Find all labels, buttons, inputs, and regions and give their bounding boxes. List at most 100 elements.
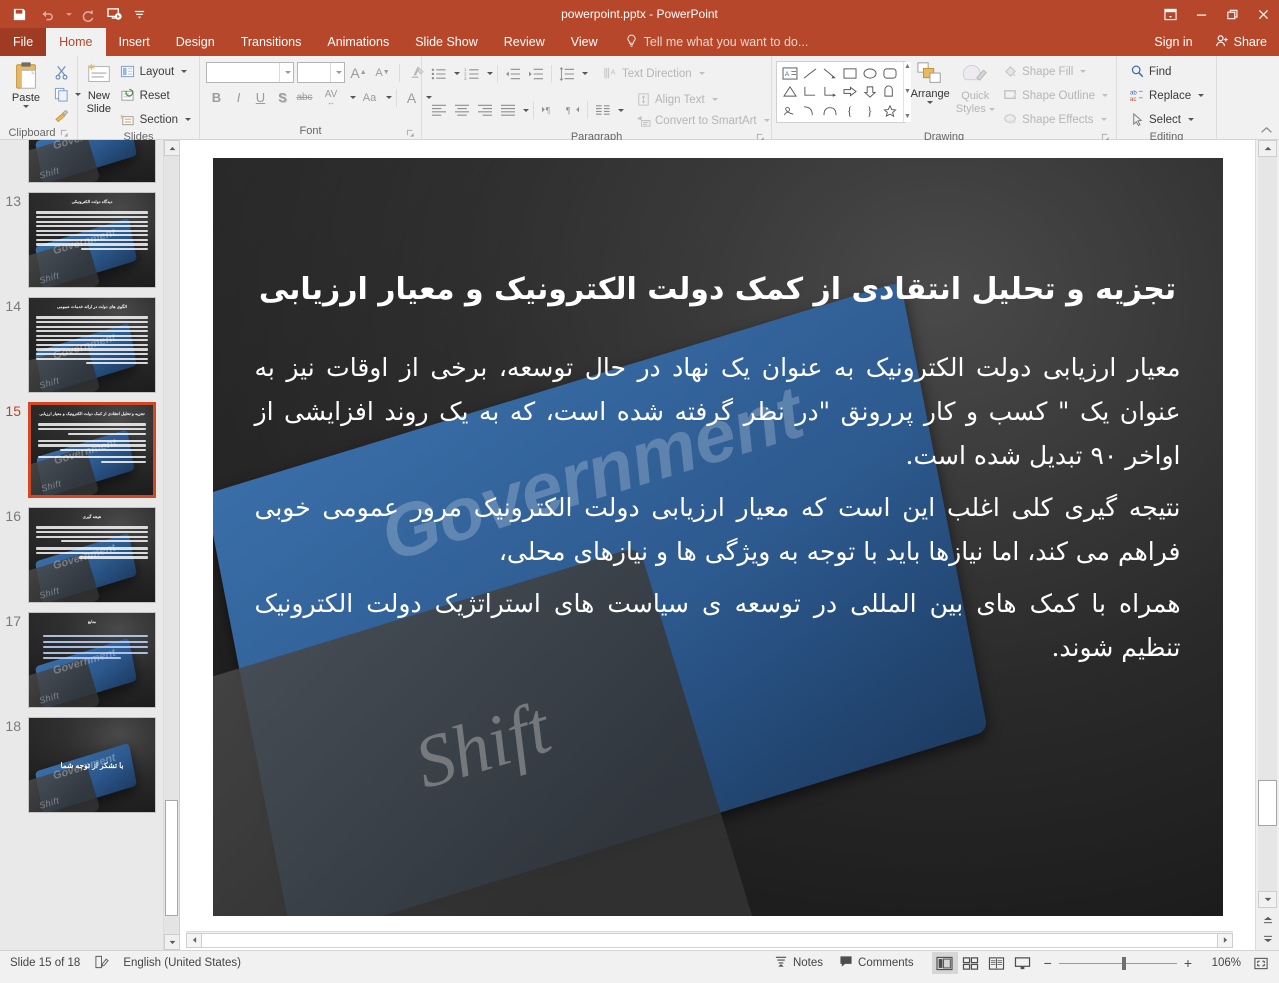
- line-spacing-dropdown-icon[interactable]: [582, 72, 588, 75]
- scroll-right-icon[interactable]: [1217, 932, 1233, 948]
- numbering-dropdown-icon[interactable]: [487, 72, 493, 75]
- shape-textbox-icon[interactable]: A: [780, 65, 800, 82]
- thumbnail-preview[interactable]: GovernmentShift نتیجه گیری: [28, 507, 156, 603]
- arrange-button[interactable]: Arrange: [906, 59, 954, 104]
- italic-icon[interactable]: I: [228, 87, 249, 108]
- tab-transitions[interactable]: Transitions: [228, 28, 315, 56]
- character-spacing-icon[interactable]: AV ↔: [316, 87, 346, 108]
- reading-view-button[interactable]: [984, 952, 1010, 974]
- slide-counter[interactable]: Slide 15 of 18: [10, 957, 80, 969]
- underline-icon[interactable]: U: [250, 87, 271, 108]
- shape-effects-button[interactable]: Shape Effects: [998, 108, 1112, 131]
- shape-triangle-icon[interactable]: [780, 83, 800, 100]
- close-icon[interactable]: [1248, 0, 1279, 28]
- tab-review[interactable]: Review: [491, 28, 558, 56]
- save-icon[interactable]: [6, 2, 32, 26]
- font-name-input[interactable]: [206, 62, 294, 83]
- tab-home[interactable]: Home: [46, 28, 106, 56]
- copy-icon[interactable]: [50, 84, 72, 105]
- replace-dropdown-icon[interactable]: [1198, 94, 1205, 97]
- section-button[interactable]: Section: [116, 108, 195, 131]
- font-color-icon[interactable]: A: [401, 87, 422, 108]
- language-indicator[interactable]: English (United States): [123, 957, 241, 969]
- decrease-font-size-icon[interactable]: A ▼: [372, 62, 393, 83]
- justify-icon[interactable]: [497, 100, 519, 121]
- align-left-icon[interactable]: [428, 100, 450, 121]
- thumbnail-preview[interactable]: Government Shift با تشکر از توجه شما: [28, 717, 156, 813]
- slide-thumbnail-17[interactable]: 17 Government Shift منابع: [0, 603, 163, 708]
- tab-slide-show[interactable]: Slide Show: [402, 28, 491, 56]
- tab-animations[interactable]: Animations: [314, 28, 402, 56]
- thumbnail-scroll-down-icon[interactable]: [164, 934, 179, 950]
- zoom-in-button[interactable]: +: [1184, 955, 1192, 971]
- shape-rectangle-icon[interactable]: [840, 65, 860, 82]
- align-dropdown-icon[interactable]: [523, 108, 529, 112]
- fit-to-window-button[interactable]: [1249, 952, 1273, 974]
- character-spacing-dropdown-icon[interactable]: [350, 96, 356, 99]
- columns-icon[interactable]: [592, 100, 614, 121]
- horizontal-scroll-track[interactable]: [202, 932, 1217, 948]
- comments-button[interactable]: Comments: [831, 951, 922, 975]
- bullets-icon[interactable]: [428, 63, 450, 84]
- slide-body[interactable]: معیار ارزیابی دولت الکترونیک به عنوان یک…: [255, 346, 1181, 670]
- shape-effects-dropdown-icon[interactable]: [1100, 118, 1107, 121]
- customize-quick-access-toolbar-icon[interactable]: [130, 2, 148, 26]
- zoom-out-button[interactable]: −: [1044, 955, 1052, 971]
- previous-slide-icon[interactable]: [1258, 911, 1277, 928]
- convert-to-smartart-button[interactable]: Convert to SmartArt: [631, 110, 774, 131]
- align-text-dropdown-icon[interactable]: [711, 98, 718, 101]
- shape-curve-icon[interactable]: [800, 102, 820, 119]
- tab-file[interactable]: File: [0, 28, 47, 56]
- shape-oval-icon[interactable]: [860, 65, 880, 82]
- clipboard-dialog-launcher-icon[interactable]: [60, 129, 69, 138]
- change-case-dropdown-icon[interactable]: [386, 96, 392, 99]
- text-shadow-icon[interactable]: S: [272, 87, 293, 108]
- decrease-indent-icon[interactable]: [502, 63, 524, 84]
- quick-styles-button[interactable]: Quick Styles: [954, 59, 996, 115]
- normal-view-button[interactable]: [931, 952, 958, 974]
- find-button[interactable]: Find: [1125, 60, 1208, 83]
- slide-horizontal-scrollbar[interactable]: [186, 931, 1233, 948]
- thumbnail-scroll-track[interactable]: [164, 156, 179, 934]
- shape-fill-dropdown-icon[interactable]: [1080, 70, 1087, 73]
- text-direction-dropdown-icon[interactable]: [698, 72, 705, 75]
- layout-dropdown-icon[interactable]: [181, 70, 188, 73]
- slide-thumbnail-12[interactable]: 12 GovernmentShift: [0, 140, 163, 183]
- ltr-text-direction-icon[interactable]: ¶: [538, 100, 560, 121]
- spelling-check-icon[interactable]: [94, 955, 110, 972]
- thumbnail-scroll-up-icon[interactable]: [164, 140, 179, 156]
- increase-font-size-icon[interactable]: A ▲: [348, 62, 369, 83]
- align-text-button[interactable]: Align Text: [631, 89, 774, 110]
- zoom-slider[interactable]: [1058, 955, 1177, 971]
- slide-thumbnail-13[interactable]: 13 Government Shift دیدگاه دولت الکترونیک…: [0, 183, 163, 288]
- font-name-dropdown-icon[interactable]: [279, 63, 293, 82]
- paste-dropdown-icon[interactable]: [23, 105, 29, 108]
- text-direction-button[interactable]: A Text Direction: [598, 62, 709, 85]
- shape-elbow-connector-icon[interactable]: [800, 83, 820, 100]
- shape-fill-button[interactable]: Shape Fill: [998, 60, 1112, 83]
- shape-pie-icon[interactable]: [880, 83, 900, 100]
- shape-arrow-icon[interactable]: [820, 65, 840, 82]
- shape-line-icon[interactable]: [800, 65, 820, 82]
- shape-arc-icon[interactable]: [820, 102, 840, 119]
- thumbnail-preview[interactable]: Government Shift دیدگاه دولت الکترونیکی: [28, 192, 156, 288]
- slide-vertical-scrollbar[interactable]: [1255, 140, 1279, 950]
- undo-icon[interactable]: [34, 2, 60, 26]
- current-slide[interactable]: Government Shift تجزیه و تحلیل انتقادی ا…: [212, 158, 1223, 916]
- bold-icon[interactable]: B: [206, 87, 227, 108]
- slide-show-view-button[interactable]: [1010, 952, 1036, 974]
- scroll-down-icon[interactable]: [1258, 891, 1277, 908]
- zoom-slider-handle[interactable]: [1121, 956, 1126, 970]
- zoom-percentage[interactable]: 106%: [1199, 957, 1241, 969]
- shape-star-icon[interactable]: [880, 102, 900, 119]
- columns-dropdown-icon[interactable]: [618, 108, 624, 112]
- share-button[interactable]: Share: [1205, 28, 1279, 56]
- notes-button[interactable]: Notes: [766, 951, 831, 975]
- font-size-dropdown-icon[interactable]: [330, 63, 344, 82]
- smartart-dropdown-icon[interactable]: [763, 119, 770, 122]
- replace-button[interactable]: ab ac Replace: [1125, 84, 1208, 107]
- tell-me-search[interactable]: Tell me what you want to do...: [611, 28, 808, 56]
- redo-icon[interactable]: [74, 2, 100, 26]
- slide-sorter-view-button[interactable]: [958, 952, 984, 974]
- sign-in-button[interactable]: Sign in: [1142, 28, 1204, 56]
